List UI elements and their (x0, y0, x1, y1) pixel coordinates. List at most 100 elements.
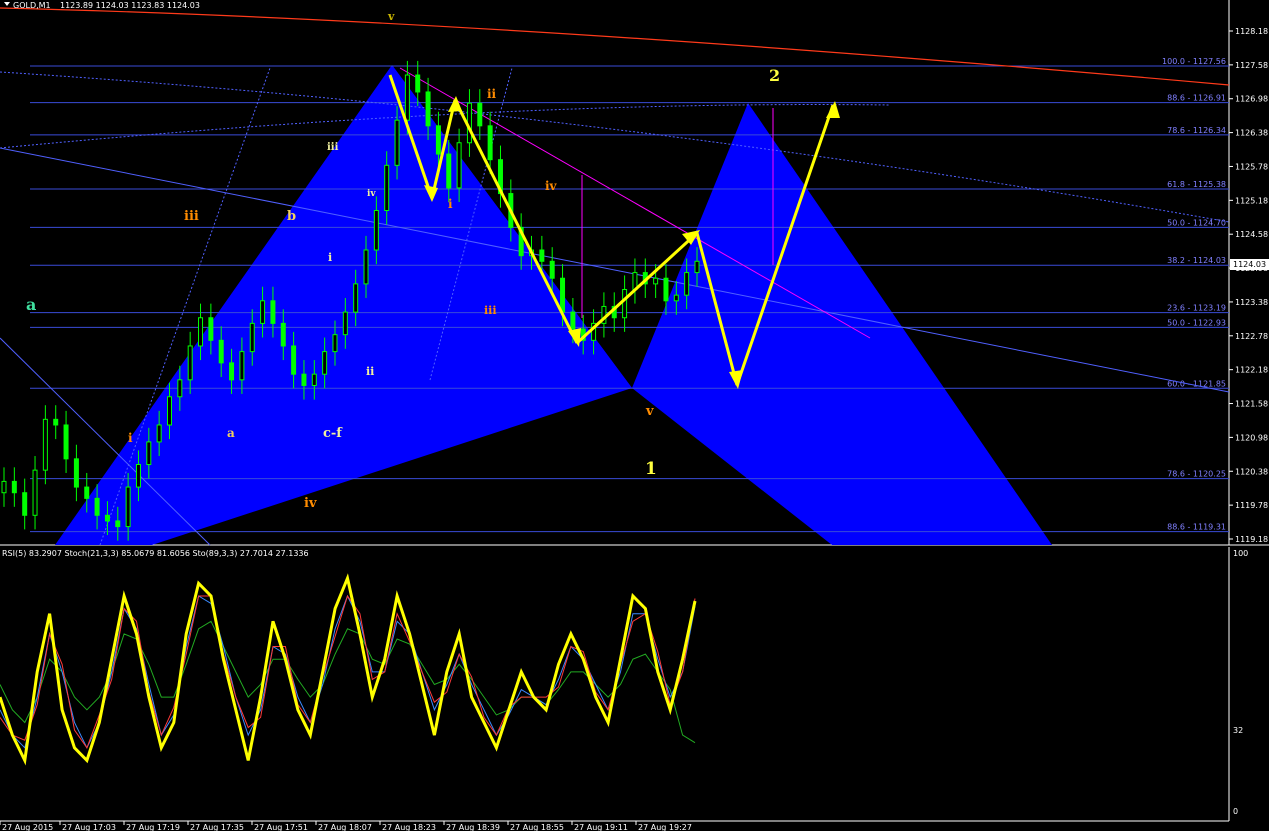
candle-body (539, 249, 545, 262)
candle-body (94, 497, 100, 516)
candle-body (177, 379, 183, 398)
symbol-label: GOLD,M1 (13, 1, 51, 10)
candle-body (322, 351, 328, 375)
time-tick-label: 27 Aug 18:39 (446, 823, 500, 831)
wave-label: c-f (323, 426, 343, 441)
stoch-main-line (0, 594, 696, 749)
fib-label: 23.6 - 1123.19 (1167, 304, 1226, 313)
candle-body (22, 492, 28, 516)
candle-body (353, 283, 359, 313)
candle-body (404, 74, 410, 121)
time-tick-label: 27 Aug 18:55 (510, 823, 564, 831)
ohlc-label: 1123.89 1124.03 1123.83 1124.03 (60, 1, 200, 10)
candle-body (115, 520, 121, 528)
indicator-header: RSI(5) 83.2907 Stoch(21,3,3) 85.0679 81.… (2, 549, 309, 558)
price-tick-label: 1122.78 (1235, 332, 1268, 341)
candle-body (446, 153, 452, 189)
candle-body (456, 142, 462, 189)
candle-body (156, 424, 162, 443)
candle-body (694, 260, 700, 274)
candle-body (218, 339, 224, 364)
wave-label: b (287, 209, 296, 224)
time-tick-label: 27 Aug 19:11 (574, 823, 628, 831)
time-tick-label: 27 Aug 17:35 (190, 823, 244, 831)
fib-label: 78.6 - 1126.34 (1167, 126, 1226, 135)
candle-body (239, 351, 245, 381)
price-tick-label: 1119.78 (1235, 501, 1268, 510)
candle-body (166, 396, 172, 426)
candle-body (311, 373, 317, 386)
candle-body (560, 277, 566, 313)
wave-label: 2 (769, 66, 780, 85)
price-tick-label: 1125.18 (1235, 196, 1268, 205)
indicator-axis-0: 0 (1233, 807, 1238, 816)
candle-body (570, 311, 576, 330)
candle-body (363, 249, 369, 285)
fib-label: 88.6 - 1126.91 (1167, 94, 1226, 103)
dotted-curve-1 (0, 71, 1230, 223)
candle-body (280, 322, 286, 347)
candle-body (32, 469, 38, 516)
price-tick-label: 1126.38 (1235, 129, 1268, 138)
candle-body (373, 209, 379, 251)
candle-body (394, 119, 400, 166)
fib-label: 38.2 - 1124.03 (1167, 256, 1226, 265)
candle-body (125, 486, 131, 528)
fib-label: 100.0 - 1127.56 (1162, 57, 1226, 66)
wave-label: ii (366, 365, 374, 378)
candle-body (135, 463, 141, 488)
rsi-line (0, 573, 697, 766)
candle-body (11, 480, 17, 494)
price-tick-label: 1121.58 (1235, 400, 1268, 409)
candle-body (673, 294, 679, 302)
candle-body (73, 458, 79, 488)
candle-body (53, 418, 59, 426)
arrow-head-2 (448, 96, 462, 112)
candle-body (260, 300, 266, 324)
price-tick-label: 1120.38 (1235, 467, 1268, 476)
stoch-signal-line (0, 594, 696, 749)
wave-label: iv (304, 496, 317, 511)
wave-label: v (645, 404, 654, 419)
chart-canvas: 100.0 - 1127.56 88.6 - 1126.91 78.6 - 1126… (0, 0, 1269, 831)
blue-diag-line-1 (0, 147, 1230, 393)
wave-label: i (448, 197, 453, 211)
candle-body (187, 345, 193, 381)
time-tick-label: 27 Aug 18:23 (382, 823, 436, 831)
wave-label: 1 (645, 459, 657, 479)
indicator-axis-32: 32 (1233, 726, 1243, 735)
time-tick-label: 27 Aug 17:03 (62, 823, 116, 831)
candle-body (425, 91, 431, 127)
price-tick-label: 1128.18 (1235, 27, 1268, 36)
candle-body (1, 480, 7, 494)
price-tick-label: 1125.78 (1235, 162, 1268, 171)
candle-body (549, 260, 555, 279)
candle-body (146, 441, 152, 465)
candle-body (63, 424, 69, 460)
wave-label: v (387, 10, 395, 23)
wave-label: a (227, 426, 235, 440)
candle-body (384, 164, 390, 211)
fib-label: 50.0 - 1124.70 (1167, 218, 1226, 227)
candle-body (653, 277, 659, 285)
candle-body (249, 322, 255, 353)
candle-body (342, 311, 348, 336)
candle-body (487, 125, 493, 161)
wave-label: iv (545, 179, 558, 193)
price-tick-label: 1127.58 (1235, 61, 1268, 70)
wave-label: iii (484, 304, 497, 317)
price-tick-label: 1126.98 (1235, 95, 1268, 104)
symbol-dropdown-icon[interactable] (4, 2, 10, 6)
wave-label: a (26, 295, 36, 314)
arrow-head-6 (826, 101, 840, 118)
wave-label: iii (184, 209, 199, 224)
candle-body (301, 373, 307, 386)
red-curve (0, 7, 1230, 86)
time-tick-label: 27 Aug 18:07 (318, 823, 372, 831)
wave-label: iv (367, 189, 376, 199)
candle-body (477, 102, 483, 127)
price-tick-label: 1120.98 (1235, 433, 1268, 442)
current-price-label: 1124.03 (1233, 260, 1266, 269)
candle-body (104, 514, 110, 522)
candle-body (415, 74, 421, 93)
